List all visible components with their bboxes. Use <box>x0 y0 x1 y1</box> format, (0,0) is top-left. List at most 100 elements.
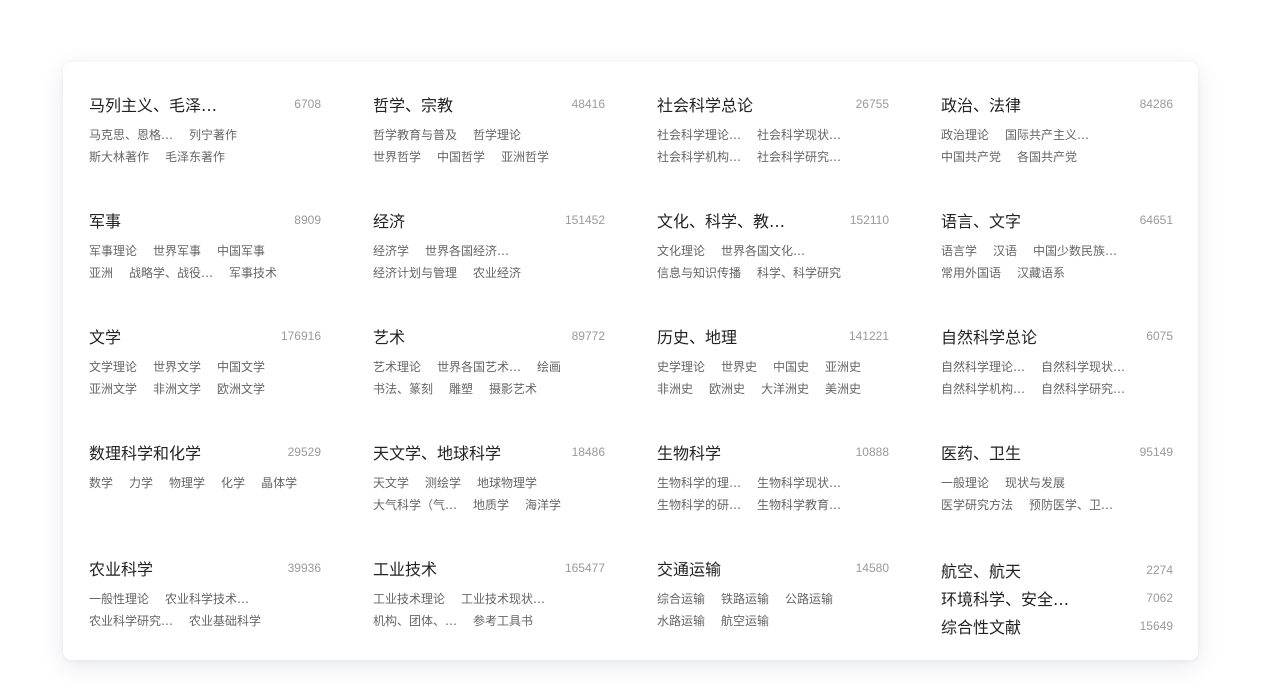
category-title[interactable]: 医药、卫生 <box>941 440 1021 464</box>
category-title[interactable]: 历史、地理 <box>657 324 737 348</box>
category-title[interactable]: 政治、法律 <box>941 92 1021 116</box>
subcategory-link[interactable]: 海洋学 <box>525 496 561 513</box>
category-header[interactable]: 政治、法律 84286 <box>941 92 1173 116</box>
subcategory-link[interactable]: 欧洲史 <box>709 380 745 397</box>
subcategory-link[interactable]: 常用外国语 <box>941 264 1001 281</box>
category-title[interactable]: 天文学、地球科学 <box>373 440 501 464</box>
subcategory-link[interactable]: 中国哲学 <box>437 148 485 165</box>
category-header[interactable]: 哲学、宗教 48416 <box>373 92 605 116</box>
subcategory-link[interactable]: 摄影艺术 <box>489 380 537 397</box>
category-header[interactable]: 工业技术 165477 <box>373 556 605 580</box>
subcategory-link[interactable]: 测绘学 <box>425 474 461 491</box>
subcategory-link[interactable]: 世界文学 <box>153 358 201 375</box>
subcategory-link[interactable]: 亚洲哲学 <box>501 148 549 165</box>
subcategory-link[interactable]: 一般性理论 <box>89 590 149 607</box>
subcategory-link[interactable]: 哲学教育与普及 <box>373 126 457 143</box>
category-title[interactable]: 文化、科学、教… <box>657 208 785 232</box>
category-header[interactable]: 农业科学 39936 <box>89 556 321 580</box>
category-header[interactable]: 航空、航天 2274 <box>941 556 1173 584</box>
subcategory-link[interactable]: 世界史 <box>721 358 757 375</box>
subcategory-link[interactable]: 中国军事 <box>217 242 265 259</box>
subcategory-link[interactable]: 农业科学技术… <box>165 590 249 607</box>
subcategory-link[interactable]: 美洲史 <box>825 380 861 397</box>
category-title[interactable]: 马列主义、毛泽… <box>89 92 217 116</box>
category-header[interactable]: 语言、文字 64651 <box>941 208 1173 232</box>
subcategory-link[interactable]: 自然科学研究… <box>1041 380 1125 397</box>
subcategory-link[interactable]: 史学理论 <box>657 358 705 375</box>
subcategory-link[interactable]: 社会科学现状… <box>757 126 841 143</box>
subcategory-link[interactable]: 现状与发展 <box>1005 474 1065 491</box>
subcategory-link[interactable]: 力学 <box>129 474 153 491</box>
subcategory-link[interactable]: 书法、篆刻 <box>373 380 433 397</box>
subcategory-link[interactable]: 亚洲文学 <box>89 380 137 397</box>
subcategory-link[interactable]: 水路运输 <box>657 612 705 629</box>
subcategory-link[interactable]: 生物科学的理… <box>657 474 741 491</box>
subcategory-link[interactable]: 绘画 <box>537 358 561 375</box>
subcategory-link[interactable]: 综合运输 <box>657 590 705 607</box>
subcategory-link[interactable]: 机构、团体、… <box>373 612 457 629</box>
subcategory-link[interactable]: 一般理论 <box>941 474 989 491</box>
category-title[interactable]: 工业技术 <box>373 556 437 580</box>
subcategory-link[interactable]: 非洲文学 <box>153 380 201 397</box>
subcategory-link[interactable]: 物理学 <box>169 474 205 491</box>
subcategory-link[interactable]: 欧洲文学 <box>217 380 265 397</box>
subcategory-link[interactable]: 大气科学（气… <box>373 496 457 513</box>
subcategory-link[interactable]: 马克思、恩格… <box>89 126 173 143</box>
subcategory-link[interactable]: 生物科学教育… <box>757 496 841 513</box>
category-header[interactable]: 自然科学总论 6075 <box>941 324 1173 348</box>
subcategory-link[interactable]: 航空运输 <box>721 612 769 629</box>
subcategory-link[interactable]: 参考工具书 <box>473 612 533 629</box>
subcategory-link[interactable]: 铁路运输 <box>721 590 769 607</box>
subcategory-link[interactable]: 斯大林著作 <box>89 148 149 165</box>
subcategory-link[interactable]: 经济计划与管理 <box>373 264 457 281</box>
category-header[interactable]: 马列主义、毛泽… 6708 <box>89 92 321 116</box>
subcategory-link[interactable]: 列宁著作 <box>189 126 237 143</box>
subcategory-link[interactable]: 中国史 <box>773 358 809 375</box>
subcategory-link[interactable]: 毛泽东著作 <box>165 148 225 165</box>
category-header[interactable]: 文化、科学、教… 152110 <box>657 208 889 232</box>
subcategory-link[interactable]: 生物科学的研… <box>657 496 741 513</box>
subcategory-link[interactable]: 雕塑 <box>449 380 473 397</box>
subcategory-link[interactable]: 医学研究方法 <box>941 496 1013 513</box>
subcategory-link[interactable]: 地质学 <box>473 496 509 513</box>
subcategory-link[interactable]: 农业基础科学 <box>189 612 261 629</box>
category-header[interactable]: 社会科学总论 26755 <box>657 92 889 116</box>
subcategory-link[interactable]: 哲学理论 <box>473 126 521 143</box>
subcategory-link[interactable]: 农业经济 <box>473 264 521 281</box>
subcategory-link[interactable]: 世界军事 <box>153 242 201 259</box>
category-header[interactable]: 医药、卫生 95149 <box>941 440 1173 464</box>
subcategory-link[interactable]: 生物科学现状… <box>757 474 841 491</box>
category-title[interactable]: 农业科学 <box>89 556 153 580</box>
subcategory-link[interactable]: 世界各国艺术… <box>437 358 521 375</box>
category-header[interactable]: 环境科学、安全… 7062 <box>941 584 1173 612</box>
subcategory-link[interactable]: 社会科学机构… <box>657 148 741 165</box>
subcategory-link[interactable]: 预防医学、卫… <box>1029 496 1113 513</box>
subcategory-link[interactable]: 自然科学现状… <box>1041 358 1125 375</box>
subcategory-link[interactable]: 大洋洲史 <box>761 380 809 397</box>
subcategory-link[interactable]: 社会科学研究… <box>757 148 841 165</box>
category-title[interactable]: 经济 <box>373 208 405 232</box>
subcategory-link[interactable]: 语言学 <box>941 242 977 259</box>
subcategory-link[interactable]: 国际共产主义… <box>1005 126 1089 143</box>
subcategory-link[interactable]: 政治理论 <box>941 126 989 143</box>
subcategory-link[interactable]: 地球物理学 <box>477 474 537 491</box>
category-title[interactable]: 交通运输 <box>657 556 721 580</box>
subcategory-link[interactable]: 战略学、战役… <box>129 264 213 281</box>
subcategory-link[interactable]: 亚洲 <box>89 264 113 281</box>
subcategory-link[interactable]: 公路运输 <box>785 590 833 607</box>
subcategory-link[interactable]: 世界哲学 <box>373 148 421 165</box>
subcategory-link[interactable]: 汉语 <box>993 242 1017 259</box>
category-header[interactable]: 交通运输 14580 <box>657 556 889 580</box>
subcategory-link[interactable]: 中国共产党 <box>941 148 1001 165</box>
subcategory-link[interactable]: 文化理论 <box>657 242 705 259</box>
subcategory-link[interactable]: 天文学 <box>373 474 409 491</box>
category-title[interactable]: 艺术 <box>373 324 405 348</box>
category-title[interactable]: 航空、航天 <box>941 558 1021 582</box>
subcategory-link[interactable]: 工业技术现状… <box>461 590 545 607</box>
subcategory-link[interactable]: 汉藏语系 <box>1017 264 1065 281</box>
subcategory-link[interactable]: 中国少数民族… <box>1033 242 1117 259</box>
subcategory-link[interactable]: 农业科学研究… <box>89 612 173 629</box>
category-title[interactable]: 数理科学和化学 <box>89 440 201 464</box>
subcategory-link[interactable]: 晶体学 <box>261 474 297 491</box>
subcategory-link[interactable]: 艺术理论 <box>373 358 421 375</box>
